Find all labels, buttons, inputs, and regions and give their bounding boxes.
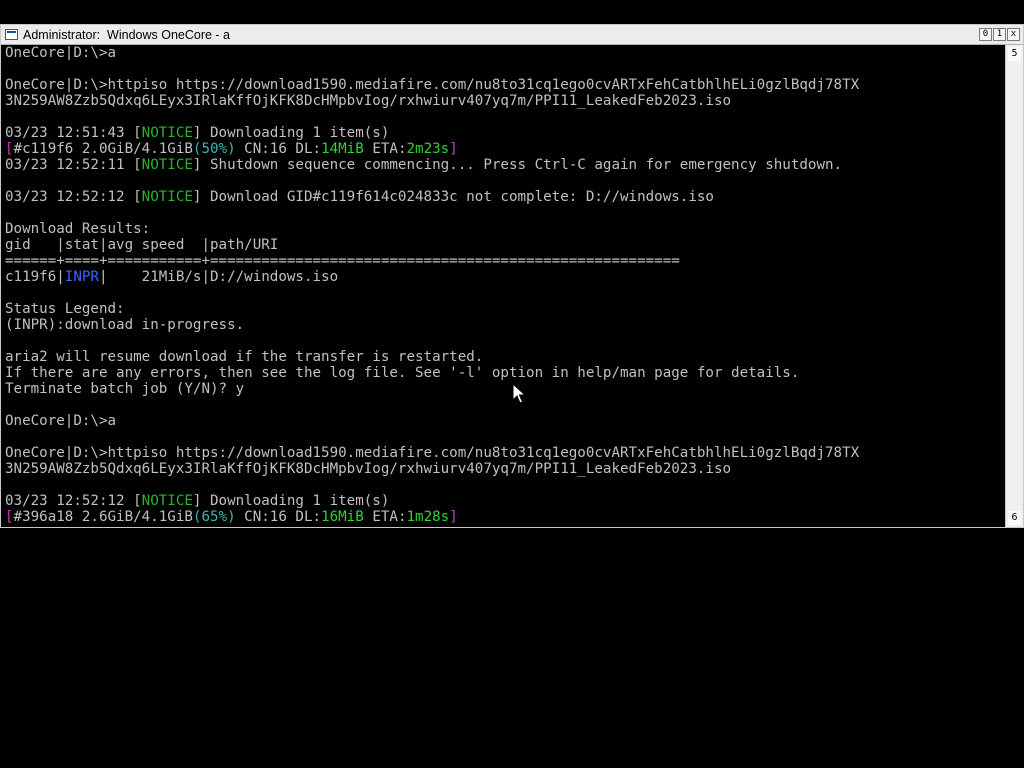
console-line: 3N259AW8Zzb5Qdxq6LEyx3IRlaKffOjKFK8DcHMp… [5, 461, 1003, 477]
console-text: 16MiB [321, 509, 364, 525]
console-text: (INPR):download in-progress. [5, 317, 245, 333]
window-controls: 0 1 x [979, 28, 1020, 41]
console-text: OneCore|D:\>a [5, 45, 117, 61]
console-text: ] [449, 509, 458, 525]
console-text: 3N259AW8Zzb5Qdxq6LEyx3IRlaKffOjKFK8DcHMp… [5, 461, 732, 477]
console-text: | 21MiB/s|D://windows.iso [98, 269, 339, 285]
console-text: (65%) [192, 509, 236, 525]
console-app-icon[interactable] [5, 29, 18, 40]
console-text: 1m28s [406, 509, 450, 525]
window-title: Administrator: Windows OneCore - a [23, 28, 231, 42]
console-text: NOTICE [141, 125, 193, 141]
console-line: Terminate batch job (Y/N)? y [5, 381, 1003, 397]
console-text: 03/23 12:52:11 [ [5, 157, 142, 173]
console-line: [#396a18 2.6GiB/4.1GiB(65%) CN:16 DL:16M… [5, 509, 1003, 525]
console-line: ======+====+===========+================… [5, 253, 1003, 269]
console-text: ] Download GID#c119f614c024833c not comp… [192, 189, 714, 205]
console-text: [ [5, 509, 14, 525]
console-line: 3N259AW8Zzb5Qdxq6LEyx3IRlaKffOjKFK8DcHMp… [5, 93, 1003, 109]
console-text: 03/23 12:52:12 [ [5, 189, 142, 205]
console-text: Download Results: [5, 221, 151, 237]
console-text: OneCore|D:\>httpiso https://download1590… [5, 445, 860, 461]
console-line: 03/23 12:51:43 [NOTICE] Downloading 1 it… [5, 125, 1003, 141]
console-text: OneCore|D:\>a [5, 413, 117, 429]
console-text: [ [5, 141, 14, 157]
console-line: Download Results: [5, 221, 1003, 237]
console-line: OneCore|D:\>httpiso https://download1590… [5, 77, 1003, 93]
console-line: gid |stat|avg speed |path/URI [5, 237, 1003, 253]
console-line: 03/23 12:52:12 [NOTICE] Download GID#c11… [5, 189, 1003, 205]
scroll-up-button[interactable]: 5 [1008, 47, 1021, 61]
console-text: 03/23 12:52:12 [ [5, 493, 142, 509]
console-line: (INPR):download in-progress. [5, 317, 1003, 333]
console-line: OneCore|D:\>a [5, 45, 1003, 61]
vertical-scrollbar[interactable]: 5 6 [1005, 45, 1023, 527]
console-text: ] [449, 141, 458, 157]
console-text: ======+====+===========+================… [5, 253, 680, 269]
console-text: NOTICE [141, 157, 193, 173]
console-line: OneCore|D:\>a [5, 413, 1003, 429]
console-line: OneCore|D:\>httpiso https://download1590… [5, 445, 1003, 461]
console-text: c119f6| [5, 269, 65, 285]
console-text: Status Legend: [5, 301, 125, 317]
minimize-button[interactable]: 0 [979, 28, 992, 41]
console-line: 03/23 12:52:11 [NOTICE] Shutdown sequenc… [5, 157, 1003, 173]
console-window: Administrator: Windows OneCore - a 0 1 x… [0, 24, 1024, 528]
console-line: If there are any errors, then see the lo… [5, 365, 1003, 381]
mouse-pointer-icon [512, 383, 526, 404]
console-text: ] Shutdown sequence commencing... Press … [192, 157, 843, 173]
console-line: c119f6|INPR| 21MiB/s|D://windows.iso [5, 269, 1003, 285]
console-text: NOTICE [141, 493, 193, 509]
console-text: aria2 will resume download if the transf… [5, 349, 484, 365]
console-text: 3N259AW8Zzb5Qdxq6LEyx3IRlaKffOjKFK8DcHMp… [5, 93, 732, 109]
console-text: OneCore|D:\>httpiso https://download1590… [5, 77, 860, 93]
console-text: 14MiB [321, 141, 364, 157]
console-text: NOTICE [141, 189, 193, 205]
console-text: 2m23s [406, 141, 450, 157]
console-line: [#c119f6 2.0GiB/4.1GiB(50%) CN:16 DL:14M… [5, 141, 1003, 157]
console-text: ETA: [363, 141, 407, 157]
console-text: CN:16 DL: [235, 141, 322, 157]
console-text: gid |stat|avg speed |path/URI [5, 237, 279, 253]
scroll-down-button[interactable]: 6 [1008, 511, 1021, 525]
console-text: ] Downloading 1 item(s) [192, 493, 390, 509]
close-button[interactable]: x [1007, 28, 1020, 41]
console-text: CN:16 DL: [235, 509, 322, 525]
console-text: 03/23 12:51:43 [ [5, 125, 142, 141]
console-text: If there are any errors, then see the lo… [5, 365, 800, 381]
console-text: #c119f6 2.0GiB/4.1GiB [13, 141, 193, 157]
console-text: ETA: [363, 509, 407, 525]
console-text: Terminate batch job (Y/N)? y [5, 381, 245, 397]
console-line: Status Legend: [5, 301, 1003, 317]
console-output[interactable]: OneCore|D:\>a OneCore|D:\>httpiso https:… [5, 45, 1003, 527]
console-line: 03/23 12:52:12 [NOTICE] Downloading 1 it… [5, 493, 1003, 509]
title-bar[interactable]: Administrator: Windows OneCore - a 0 1 x [1, 25, 1023, 45]
console-text: #396a18 2.6GiB/4.1GiB [13, 509, 193, 525]
console-text: (50%) [192, 141, 236, 157]
console-text: ] Downloading 1 item(s) [192, 125, 390, 141]
console-text: INPR [64, 269, 99, 285]
maximize-button[interactable]: 1 [993, 28, 1006, 41]
console-line: aria2 will resume download if the transf… [5, 349, 1003, 365]
